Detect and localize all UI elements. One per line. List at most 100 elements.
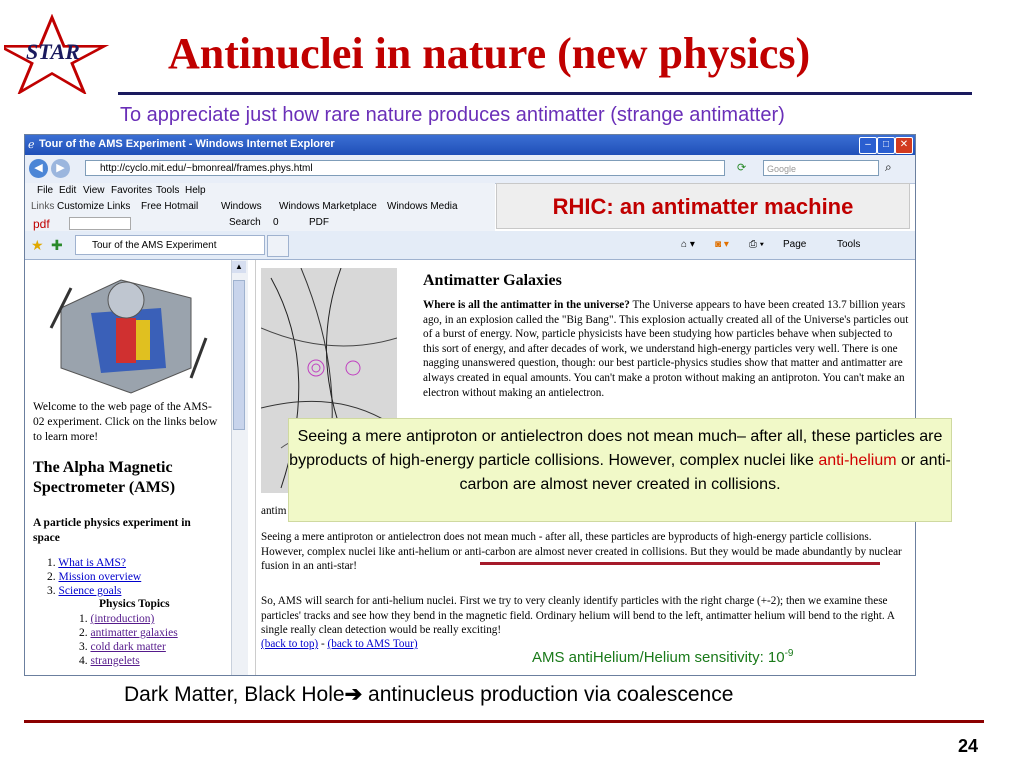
topics-list: 1. (introduction) 2. antimatter galaxies… xyxy=(79,612,178,668)
back-to-top-link[interactable]: (back to top) xyxy=(261,638,318,650)
nav-item-1: 1. What is AMS? xyxy=(47,556,141,570)
links-bar: Links Customize Links Free Hotmail Windo… xyxy=(25,199,495,215)
article-para3: So, AMS will search for anti-helium nucl… xyxy=(261,595,895,637)
topic-item-3: 3. cold dark matter xyxy=(79,640,178,654)
nav-link-science-goals[interactable]: Science goals xyxy=(59,585,122,597)
ie-icon: ℯ xyxy=(28,139,35,151)
topic-link-antimatter-galaxies[interactable]: antimatter galaxies xyxy=(91,627,178,639)
pdf-button[interactable]: PDF xyxy=(309,217,329,228)
topic-num: 1. xyxy=(79,613,88,625)
forward-button[interactable]: ▶ xyxy=(51,159,70,178)
ams-detector-image xyxy=(49,279,208,394)
home-icon[interactable]: ⌂ ▾ xyxy=(681,239,695,250)
back-links: (back to top) - (back to AMS Tour) xyxy=(261,638,418,650)
address-input[interactable]: http://cyclo.mit.edu/~bmonreal/frames.ph… xyxy=(85,160,725,176)
feeds-icon[interactable]: ◙ ▾ xyxy=(715,239,729,250)
nav-num: 1. xyxy=(47,557,56,569)
link-windows-media[interactable]: Windows Media xyxy=(387,201,458,212)
pdf-label: pdf xyxy=(33,217,50,231)
article-caption-fragment: antim xyxy=(261,505,287,517)
bottom-caption-prefix: Dark Matter, Black Hole xyxy=(124,683,345,706)
pdf-count: 0 xyxy=(273,217,279,228)
nav-item-2: 2. Mission overview xyxy=(47,570,141,584)
favorites-star-icon[interactable]: ★ xyxy=(31,237,44,254)
refresh-icon[interactable]: ⟳ xyxy=(737,161,746,174)
bottom-caption-suffix: antinucleus production via coalescence xyxy=(362,683,734,706)
topic-link-cold-dark-matter[interactable]: cold dark matter xyxy=(91,641,166,653)
topic-item-4: 4. strangelets xyxy=(79,654,178,668)
browser-window-title: Tour of the AMS Experiment - Windows Int… xyxy=(39,138,335,150)
browser-titlebar: ℯ Tour of the AMS Experiment - Windows I… xyxy=(25,135,915,155)
article-para1: Where is all the antimatter in the unive… xyxy=(423,298,909,400)
topic-link-introduction[interactable]: (introduction) xyxy=(91,613,155,625)
link-hotmail[interactable]: Free Hotmail xyxy=(141,201,198,212)
star-logo-text: STAR xyxy=(26,39,80,64)
antihelium-callout: Seeing a mere antiproton or antielectron… xyxy=(288,418,952,522)
bottom-caption: Dark Matter, Black Hole➔ antinucleus pro… xyxy=(124,682,733,707)
pdf-search-input[interactable] xyxy=(69,217,131,230)
back-button[interactable]: ◀ xyxy=(29,159,48,178)
topic-link-strangelets[interactable]: strangelets xyxy=(91,655,140,667)
links-label: Links xyxy=(31,201,55,212)
menu-view[interactable]: View xyxy=(83,185,105,196)
red-underline xyxy=(480,562,880,565)
sensitivity-text: AMS antiHelium/Helium sensitivity: 10 xyxy=(532,649,785,666)
page-menu[interactable]: Page xyxy=(783,239,806,250)
scroll-thumb[interactable] xyxy=(233,280,245,430)
bottom-rule xyxy=(24,720,984,723)
menu-file[interactable]: File xyxy=(37,185,53,196)
print-icon[interactable]: ⎙ ▾ xyxy=(749,239,764,250)
back-links-separator: - xyxy=(318,638,328,650)
back-to-tour-link[interactable]: (back to AMS Tour) xyxy=(328,638,418,650)
topic-num: 3. xyxy=(79,641,88,653)
nav-link-mission-overview[interactable]: Mission overview xyxy=(59,571,142,583)
search-input[interactable]: Google xyxy=(763,160,879,176)
menu-help[interactable]: Help xyxy=(185,185,206,196)
tools-menu[interactable]: Tools xyxy=(837,239,860,250)
address-bar-row: ◀ ▶ http://cyclo.mit.edu/~bmonreal/frame… xyxy=(25,155,915,184)
article-heading: Antimatter Galaxies xyxy=(423,272,562,289)
left-frame: Welcome to the web page of the AMS-02 ex… xyxy=(25,260,256,675)
nav-num: 2. xyxy=(47,571,56,583)
menu-bar: File Edit View Favorites Tools Help xyxy=(25,183,495,199)
menu-edit[interactable]: Edit xyxy=(59,185,76,196)
topic-item-2: 2. antimatter galaxies xyxy=(79,626,178,640)
pdf-toolbar: pdf Search 0 PDF xyxy=(25,215,495,231)
ams-heading: The Alpha Magnetic Spectrometer (AMS) xyxy=(33,459,176,496)
search-icon[interactable]: ⌕ xyxy=(885,160,892,175)
slide-subtitle: To appreciate just how rare nature produ… xyxy=(120,104,785,126)
minimize-button[interactable]: – xyxy=(859,137,877,154)
tab-bar: ★ ✚ Tour of the AMS Experiment ⌂ ▾ ◙ ▾ ⎙… xyxy=(25,231,915,260)
rhic-callout: RHIC: an antimatter machine xyxy=(496,183,910,229)
sensitivity-note: AMS antiHelium/Helium sensitivity: 10-9 xyxy=(532,648,794,666)
scroll-up-arrow[interactable]: ▲ xyxy=(232,261,246,273)
link-marketplace[interactable]: Windows Marketplace xyxy=(279,201,377,212)
add-favorite-icon[interactable]: ✚ xyxy=(51,237,63,254)
topic-item-1: 1. (introduction) xyxy=(79,612,178,626)
link-windows[interactable]: Windows xyxy=(221,201,262,212)
article-para1-body: The Universe appears to have been create… xyxy=(423,299,909,399)
nav-link-what-is-ams[interactable]: What is AMS? xyxy=(58,557,126,569)
slide-title: Antinuclei in nature (new physics) xyxy=(168,29,811,78)
topic-num: 4. xyxy=(79,655,88,667)
callout-highlight-antihelium: anti-helium xyxy=(818,452,897,469)
close-button[interactable]: ✕ xyxy=(895,137,913,154)
sensitivity-exponent: -9 xyxy=(784,648,794,659)
title-underline xyxy=(118,92,972,95)
star-logo: STAR xyxy=(4,14,110,94)
pdf-search-button[interactable]: Search xyxy=(229,217,261,228)
ams-subheading: A particle physics experiment in space xyxy=(33,517,191,544)
menu-tools[interactable]: Tools xyxy=(156,185,179,196)
maximize-button[interactable]: □ xyxy=(877,137,895,154)
welcome-text: Welcome to the web page of the AMS-02 ex… xyxy=(33,401,218,443)
right-arrow-icon: ➔ xyxy=(344,683,363,706)
menu-favorites[interactable]: Favorites xyxy=(111,185,152,196)
new-tab-button[interactable] xyxy=(267,235,289,257)
link-customize[interactable]: Customize Links xyxy=(57,201,130,212)
topic-num: 2. xyxy=(79,627,88,639)
page-number: 24 xyxy=(958,736,979,756)
tab-ams-tour[interactable]: Tour of the AMS Experiment xyxy=(75,235,265,255)
physics-topics-title: Physics Topics xyxy=(99,598,170,610)
article-para2: Seeing a mere antiproton or antielectron… xyxy=(261,531,902,573)
nav-num: 3. xyxy=(47,585,56,597)
